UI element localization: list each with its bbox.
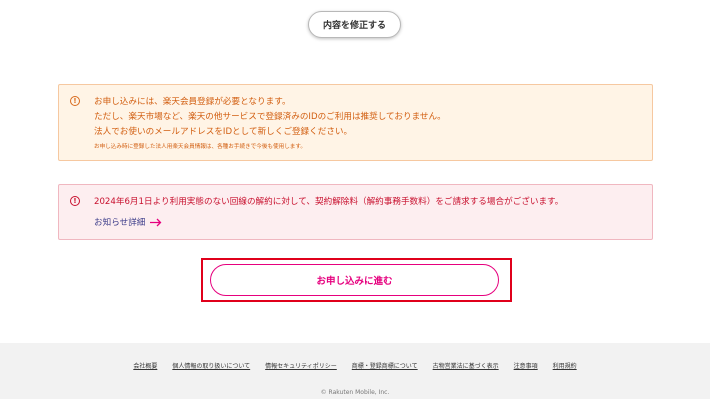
notice-line: お申し込みには、楽天会員登録が必要となります。 (94, 97, 291, 107)
cancellation-fee-notice: ! 2024年6月1日より利用実態のない回線の解約に対して、契約解除料（解約事務… (58, 184, 653, 240)
info-icon: ! (70, 96, 80, 106)
footer-links: 会社概要 個人情報の取り扱いについて 情報セキュリティポリシー 商標・登録商標に… (0, 361, 710, 370)
notice-text: お申し込みには、楽天会員登録が必要となります。 ただし、楽天市場など、楽天の他サ… (94, 95, 446, 140)
member-registration-notice: ! お申し込みには、楽天会員登録が必要となります。 ただし、楽天市場など、楽天の… (58, 84, 653, 161)
proceed-to-apply-button[interactable]: お申し込みに進む (210, 264, 499, 296)
arrow-right-icon (150, 218, 162, 227)
footer-link-antique-dealer[interactable]: 古物営業法に基づく表示 (433, 361, 499, 370)
info-icon: ! (70, 196, 80, 206)
footer-link-privacy[interactable]: 個人情報の取り扱いについて (172, 361, 250, 370)
notice-text: 2024年6月1日より利用実態のない回線の解約に対して、契約解除料（解約事務手数… (94, 197, 564, 207)
footer-link-trademark[interactable]: 商標・登録商標について (352, 361, 418, 370)
notice-line: 法人でお使いのメールアドレスをIDとして新しくご登録ください。 (94, 127, 353, 137)
footer-link-company[interactable]: 会社概要 (133, 361, 157, 370)
footer-link-notes[interactable]: 注意事項 (514, 361, 538, 370)
notice-line: ただし、楽天市場など、楽天の他サービスで登録済みのIDのご利用は推奨しておりませ… (94, 112, 446, 122)
edit-content-button[interactable]: 内容を修正する (308, 11, 401, 38)
notice-detail-link[interactable]: お知らせ詳細 (94, 216, 162, 228)
copyright: © Rakuten Mobile, Inc. (320, 389, 390, 396)
footer-link-terms[interactable]: 利用規約 (553, 361, 577, 370)
footer: 会社概要 個人情報の取り扱いについて 情報セキュリティポリシー 商標・登録商標に… (0, 343, 710, 399)
notice-small-text: お申し込み時に登録した法人用楽天会員情報は、各種お手続きで今後も使用します。 (94, 144, 307, 150)
footer-link-security-policy[interactable]: 情報セキュリティポリシー (265, 361, 337, 370)
notice-detail-label[interactable]: お知らせ詳細 (94, 216, 145, 228)
